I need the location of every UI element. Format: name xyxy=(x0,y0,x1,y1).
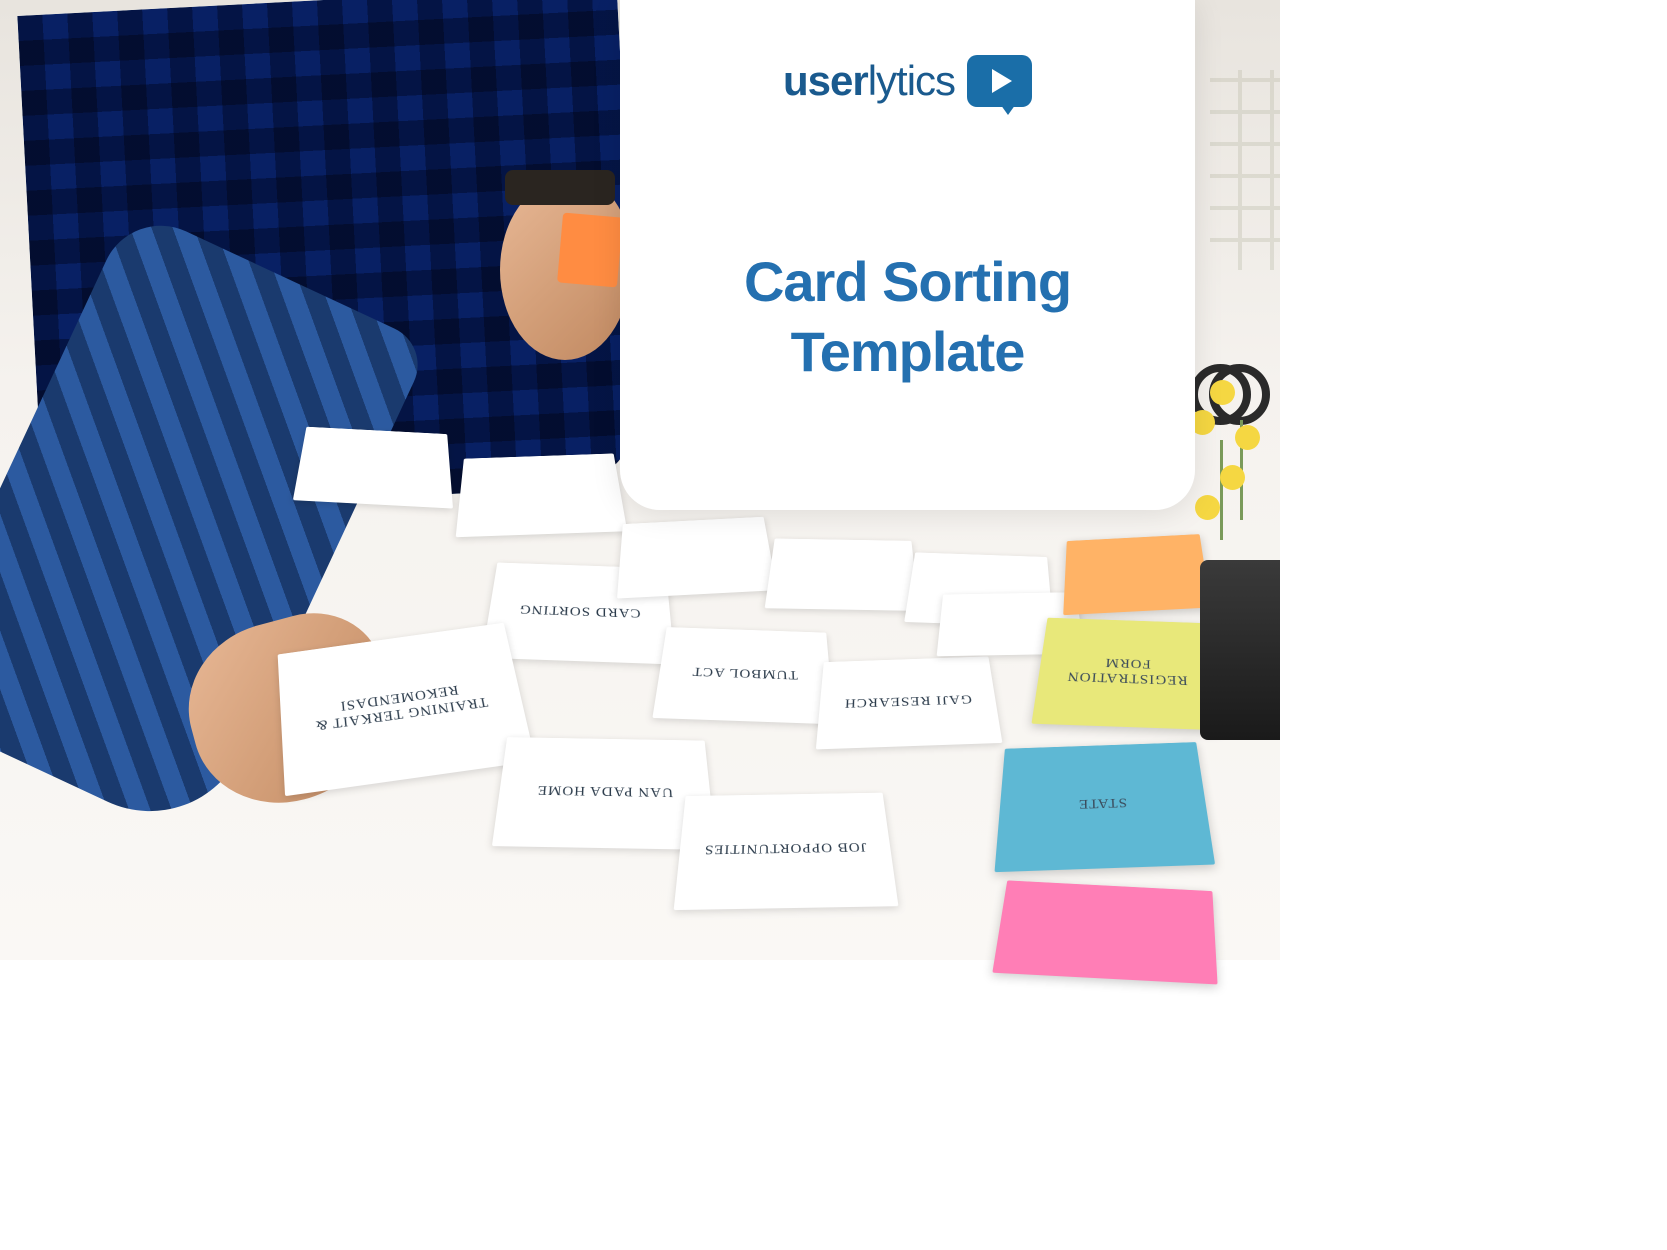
card-label: UAN PADA HOME xyxy=(536,781,673,799)
plant-pot xyxy=(1200,560,1280,740)
flower xyxy=(1195,495,1220,520)
sticky-note-pink xyxy=(992,880,1217,984)
card-label: JOB OPPORTUNITIES xyxy=(703,838,867,856)
watch xyxy=(505,170,615,205)
index-card xyxy=(293,427,453,509)
sticky-note-blue: STATE xyxy=(994,742,1215,872)
card-label: TUMBOL ACT xyxy=(691,663,798,681)
stem xyxy=(1220,440,1223,540)
index-card: GAJI RESEARCH xyxy=(816,656,1003,749)
sticky-note-yellow: REGISTRATION FORM xyxy=(1031,618,1219,731)
orange-note xyxy=(557,213,623,288)
decor-area xyxy=(1180,0,1280,600)
index-card xyxy=(617,517,777,599)
sticky-label: REGISTRATION FORM xyxy=(1048,653,1206,688)
brand-name-light: lytics xyxy=(868,57,955,104)
flower xyxy=(1210,380,1235,405)
panel-title: Card Sorting Template xyxy=(620,247,1195,387)
index-card: TUMBOL ACT xyxy=(652,627,834,724)
index-card: JOB OPPORTUNITIES xyxy=(674,793,899,910)
index-card xyxy=(456,453,628,537)
card-label: TRAINING TERKAIT & REKOMENDASI xyxy=(288,674,514,737)
brand-name-bold: user xyxy=(783,57,868,104)
flower xyxy=(1220,465,1245,490)
card-label: GAJI RESEARCH xyxy=(843,691,972,710)
brand-logo: userlytics xyxy=(783,55,1032,107)
play-icon xyxy=(992,69,1012,93)
title-panel: userlytics Card Sorting Template xyxy=(620,0,1195,510)
brand-wordmark: userlytics xyxy=(783,57,955,105)
flower xyxy=(1235,425,1260,450)
index-card xyxy=(765,538,919,610)
play-bubble-icon xyxy=(967,55,1032,107)
grid-pattern xyxy=(1210,70,1280,270)
card-label: CARD SORTING xyxy=(518,601,641,620)
flowers xyxy=(1180,360,1280,560)
sticky-label: STATE xyxy=(1078,794,1127,811)
